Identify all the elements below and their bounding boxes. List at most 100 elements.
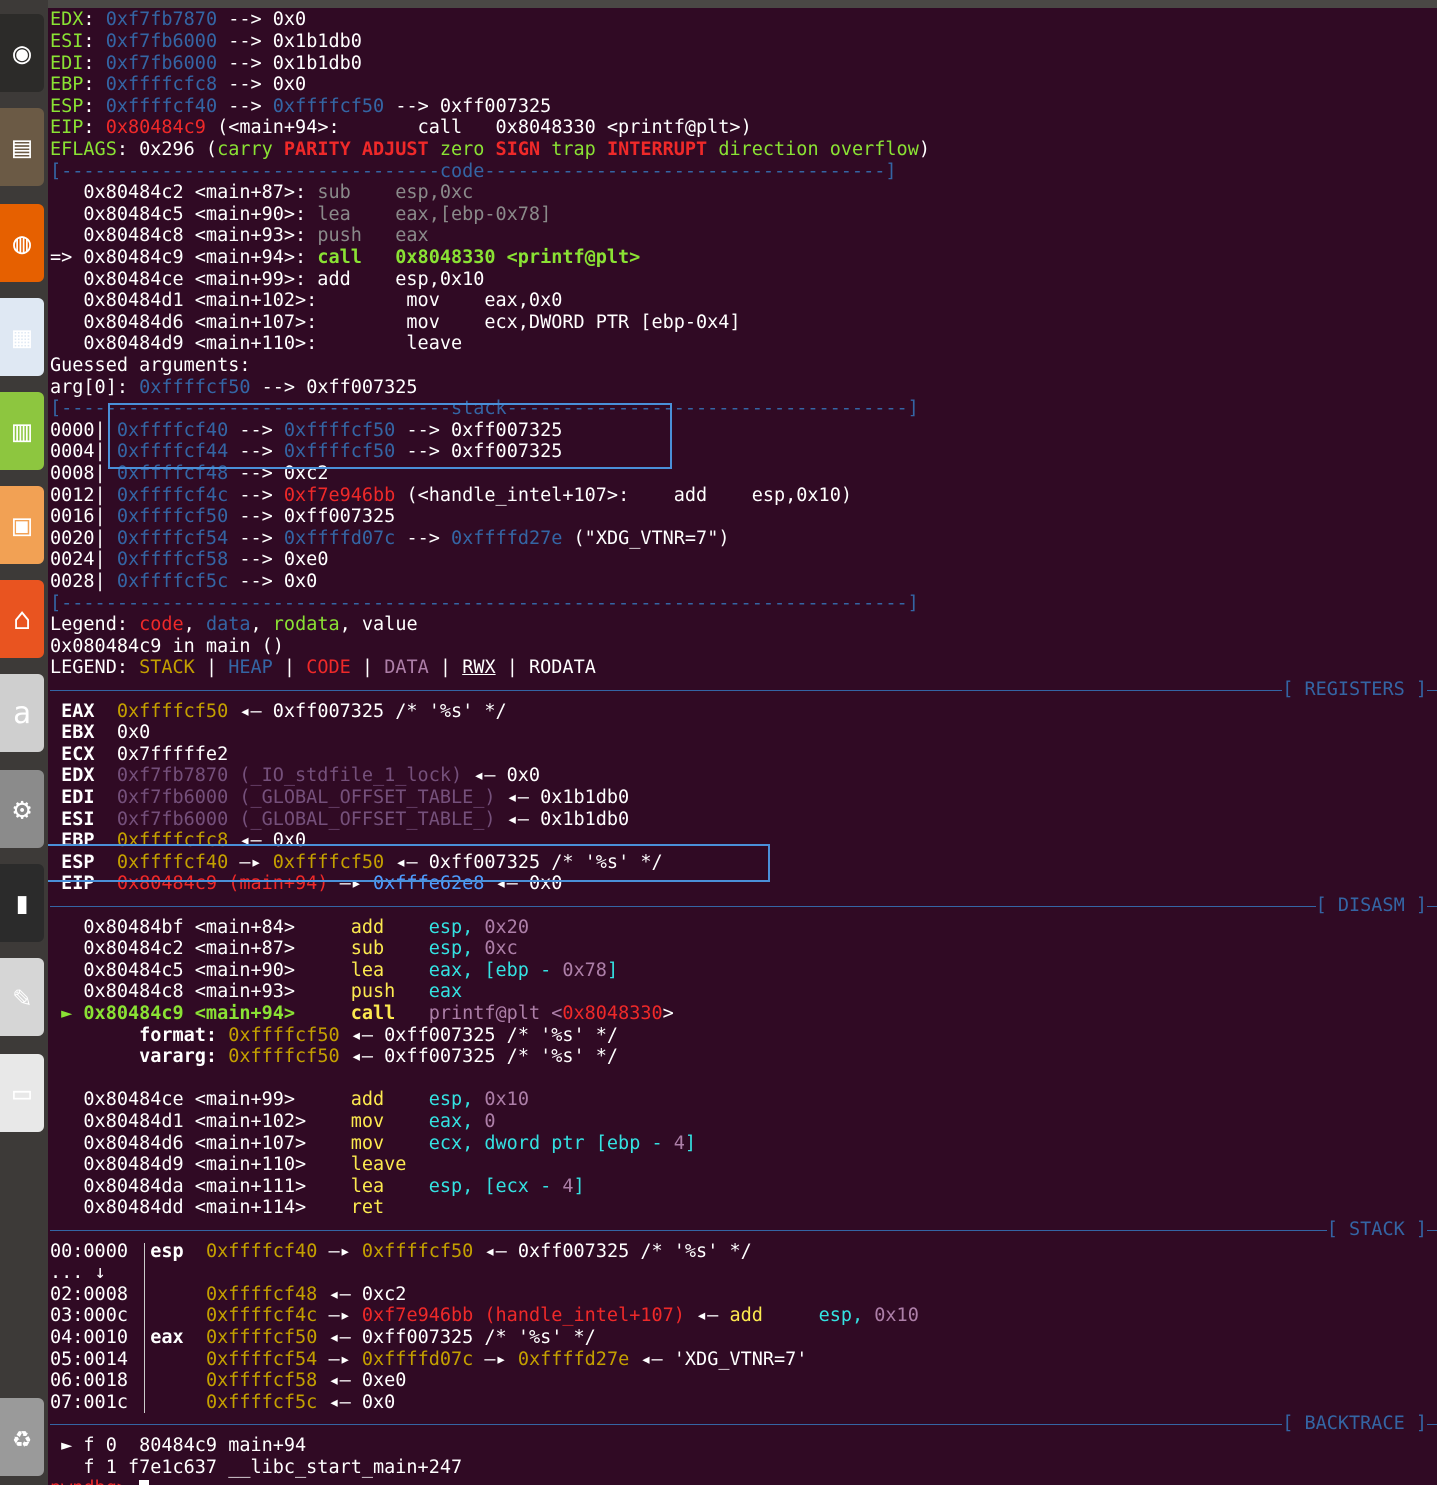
text-segment: Legend: bbox=[50, 614, 140, 636]
text-segment: 0x0 bbox=[116, 722, 151, 744]
text-segment: 0x78 bbox=[562, 959, 607, 981]
peda-stack-line: 0020| 0xffffcf54 --> 0xffffd07c --> 0xff… bbox=[50, 528, 729, 550]
register-line: EBX 0x0 bbox=[50, 722, 150, 744]
text-segment: 0020| bbox=[50, 527, 117, 549]
disasm-line: 0x80484ce <main+99> add esp, 0x10 bbox=[50, 1089, 529, 1111]
text-segment: --> 0xff007325 bbox=[228, 506, 396, 528]
text-segment: zero bbox=[439, 139, 496, 160]
text-segment: 4 bbox=[562, 1175, 574, 1197]
trash-icon[interactable]: ♻ bbox=[0, 1398, 44, 1476]
save-disk-icon[interactable]: ▭ bbox=[0, 1054, 44, 1132]
text-segment: ret bbox=[350, 1197, 385, 1219]
backtrace-section-title: [ BACKTRACE ] bbox=[1282, 1413, 1427, 1435]
text-segment: ◂— 0xff007325 /* '%s' */ bbox=[339, 1024, 619, 1046]
registers-section-title: [ REGISTERS ] bbox=[1282, 679, 1427, 701]
stack-section-title-rule bbox=[50, 1229, 1437, 1231]
text-segment: format: bbox=[50, 1024, 229, 1046]
text-segment: —▸ bbox=[317, 1348, 362, 1370]
backtrace-line: f 1 f7e1c637 __libc_start_main+247 bbox=[50, 1457, 462, 1479]
text-segment: ... ↓ bbox=[50, 1262, 106, 1284]
text-segment: 0xffffcf50 bbox=[228, 1024, 340, 1046]
text-segment: ECX bbox=[50, 743, 117, 765]
text-segment: --> 0x1b1db0 bbox=[217, 52, 362, 74]
text-segment: direction overflow bbox=[718, 139, 919, 160]
text-segment: ◂— 0xff007325 /* '%s' */ bbox=[228, 700, 507, 722]
disasm-line: 0x80484c2 <main+87> sub esp, 0xc bbox=[50, 938, 517, 960]
text-segment: 0xffffcf4c bbox=[116, 484, 229, 506]
text-segment: 0xf7e946bb (handle_intel+107) bbox=[361, 1305, 685, 1327]
text-segment: —▸ bbox=[473, 1348, 518, 1370]
text-segment: sub bbox=[350, 938, 385, 960]
text-segment: DATA bbox=[384, 657, 429, 679]
disasm-line: format: 0xffffcf50 ◂— 0xff007325 /* '%s'… bbox=[50, 1025, 618, 1047]
settings-icon-glyph: ⚙ bbox=[12, 791, 32, 827]
text-segment: rodata bbox=[272, 614, 340, 636]
peda-code-line: 0x80484c5 <main+90>: lea eax,[ebp-0x78] bbox=[50, 204, 551, 226]
peda-stack-line: 0028| 0xffffcf5c --> 0x0 bbox=[50, 571, 317, 593]
stack-line: 00:0000 esp 0xffffcf40 —▸ 0xffffcf50 ◂— … bbox=[50, 1241, 752, 1263]
peda-register-line: ESP: 0xffffcf40 --> 0xffffcf50 --> 0xff0… bbox=[50, 96, 551, 118]
text-segment: add bbox=[729, 1305, 763, 1327]
text-editor-icon[interactable]: ✎ bbox=[0, 958, 44, 1036]
peda-end-rule: [---------------------------------------… bbox=[50, 592, 919, 614]
text-segment: 0xffffd27e bbox=[451, 527, 563, 549]
text-segment: 0xffffcf54 bbox=[205, 1348, 318, 1370]
window-titlebar bbox=[48, 0, 1437, 8]
text-segment: 0xffffcf48 bbox=[205, 1283, 318, 1305]
text-segment: --> bbox=[395, 527, 452, 549]
software-center-icon-glyph: ⌂ bbox=[12, 601, 32, 637]
peda-register-line: ESI: 0xf7fb6000 --> 0x1b1db0 bbox=[50, 31, 362, 53]
software-center-icon[interactable]: ⌂ bbox=[0, 580, 44, 658]
text-segment: 0x80484ce <main+99>: add esp,0x10 bbox=[50, 268, 485, 290]
text-segment: ◂— 'XDG_VTNR=7' bbox=[629, 1348, 808, 1370]
text-segment: arg[0]: bbox=[50, 376, 140, 398]
text-segment: LEGEND: bbox=[50, 657, 140, 679]
peda-register-line: EIP: 0x80484c9 (<main+94>: call 0x804833… bbox=[50, 117, 752, 139]
text-segment: esp, bbox=[762, 1305, 875, 1327]
calc-icon[interactable]: ▥ bbox=[0, 392, 44, 470]
writer-icon[interactable]: ▦ bbox=[0, 298, 44, 376]
settings-icon[interactable]: ⚙ bbox=[0, 770, 44, 848]
calc-icon-glyph: ▥ bbox=[12, 413, 32, 449]
stack-line: 07:001c 0xffffcf5c ◂— 0x0 bbox=[50, 1392, 395, 1414]
text-segment: EDI bbox=[50, 787, 117, 808]
ubuntu-dash-icon-glyph: ◉ bbox=[12, 35, 32, 71]
text-segment: EDX bbox=[50, 9, 84, 31]
text-segment: 00:0000 bbox=[50, 1240, 151, 1262]
firefox-icon-glyph: ◍ bbox=[12, 225, 32, 261]
amazon-icon[interactable]: a bbox=[0, 674, 44, 752]
text-segment: 0x80484ce <main+99> bbox=[50, 1089, 351, 1111]
text-segment: | bbox=[194, 657, 229, 679]
disasm-line: 0x80484bf <main+84> add esp, 0x20 bbox=[50, 917, 529, 939]
disasm-line: 0x80484da <main+111> lea esp, [ecx - 4] bbox=[50, 1175, 584, 1198]
files-icon[interactable]: ▤ bbox=[0, 108, 44, 186]
text-segment: push bbox=[350, 981, 396, 1003]
text-segment: ◂— 0xff007325 /* '%s' */ bbox=[317, 1327, 596, 1348]
text-segment: INTERRUPT bbox=[606, 139, 719, 160]
text-segment: 0xf7fb7870 (_IO_stdfile_1_lock) bbox=[116, 765, 463, 787]
text-segment: 07:001c bbox=[50, 1391, 206, 1413]
disasm-line: 0x80484d6 <main+107> mov ecx, dword ptr … bbox=[50, 1133, 696, 1155]
peda-stack-line: 0024| 0xffffcf58 --> 0xe0 bbox=[50, 549, 328, 571]
terminal-icon[interactable]: ▮ bbox=[0, 864, 44, 942]
disasm-line: vararg: 0xffffcf50 ◂— 0xff007325 /* '%s'… bbox=[50, 1046, 618, 1068]
impress-icon-glyph: ▣ bbox=[12, 507, 32, 543]
impress-icon[interactable]: ▣ bbox=[0, 486, 44, 564]
command-prompt[interactable]: pwndbg> bbox=[50, 1478, 150, 1485]
text-segment: 0xffffcf54 bbox=[116, 527, 229, 549]
text-segment: 0xf7fb6000 bbox=[105, 31, 218, 52]
firefox-icon[interactable]: ◍ bbox=[0, 204, 44, 282]
text-segment: ] bbox=[684, 1132, 697, 1154]
text-segment: call bbox=[350, 1003, 396, 1024]
ubuntu-dash-icon[interactable]: ◉ bbox=[0, 14, 44, 92]
stack-highlight-box bbox=[108, 403, 672, 469]
stack-line: ... ↓ bbox=[50, 1262, 106, 1284]
register-line: ECX 0x7fffffe2 bbox=[50, 744, 228, 766]
peda-code-line: 0x80484ce <main+99>: add esp,0x10 bbox=[50, 269, 484, 291]
text-segment: --> 0x0 bbox=[228, 571, 318, 592]
text-segment: 0000| bbox=[50, 419, 117, 441]
text-segment: 0xffffcf4c bbox=[205, 1305, 318, 1327]
terminal-view[interactable]: EDX: 0xf7fb7870 --> 0x0 ESI: 0xf7fb6000 -… bbox=[48, 8, 1437, 1485]
text-segment: 0004| bbox=[50, 441, 117, 463]
text-segment: 0x80484da <main+111> bbox=[50, 1175, 351, 1197]
